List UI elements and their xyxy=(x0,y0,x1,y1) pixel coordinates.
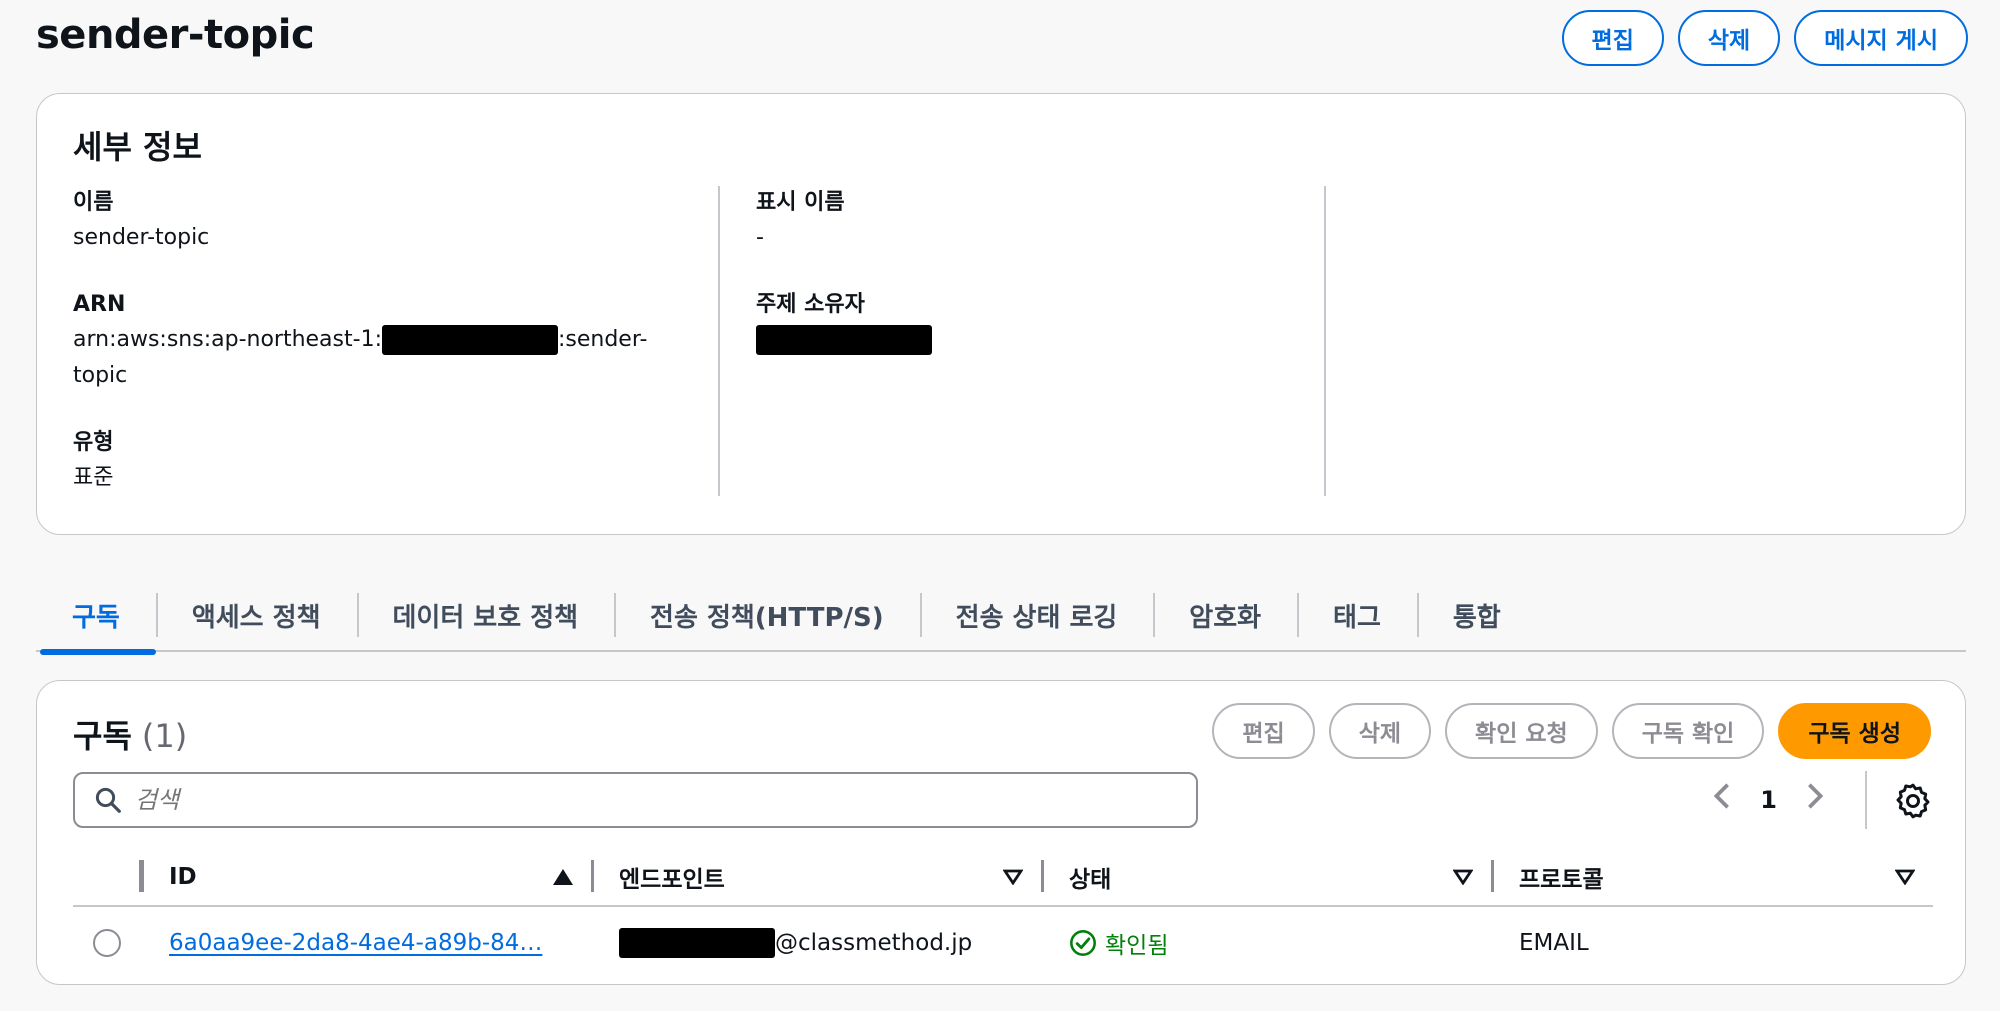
page-title: sender-topic xyxy=(36,12,315,58)
column-status-label: 상태 xyxy=(1069,867,1112,893)
subscriptions-table: ID 엔드포인트 상태 프로토콜 6a0aa9ee-2da8-4ae4-a89b… xyxy=(73,849,1933,979)
status-badge: 확인됨 xyxy=(1069,926,1168,960)
delete-topic-button[interactable]: 삭제 xyxy=(1677,10,1781,66)
subscription-id-link[interactable]: 6a0aa9ee-2da8-4ae4-a89b-84… xyxy=(169,930,542,956)
chevron-left-icon[interactable] xyxy=(1712,781,1732,819)
column-header-protocol[interactable]: 프로토콜 xyxy=(1491,848,1933,906)
publish-message-button[interactable]: 메시지 게시 xyxy=(1794,10,1968,66)
row-select-cell xyxy=(73,929,141,957)
subscriptions-header: 구독 (1) xyxy=(73,711,187,757)
tab-tags[interactable]: 태그 xyxy=(1297,579,1417,651)
select-column-header xyxy=(73,848,141,906)
tab-subscriptions[interactable]: 구독 xyxy=(36,579,156,655)
subscriptions-actions: 편집 삭제 확인 요청 구독 확인 구독 생성 xyxy=(1212,703,1931,759)
protocol-cell: EMAIL xyxy=(1491,930,1933,956)
tab-access-policy[interactable]: 액세스 정책 xyxy=(155,579,357,651)
type-label: 유형 xyxy=(73,430,114,455)
subscriptions-title: 구독 xyxy=(73,717,132,755)
request-confirmation-button[interactable]: 확인 요청 xyxy=(1445,703,1598,759)
chevron-right-icon[interactable] xyxy=(1805,781,1825,819)
tab-data-protection-policy[interactable]: 데이터 보호 정책 xyxy=(356,579,615,651)
current-page[interactable]: 1 xyxy=(1760,786,1777,814)
edit-topic-button[interactable]: 편집 xyxy=(1561,10,1664,66)
check-circle-icon xyxy=(1070,930,1096,956)
search-box[interactable] xyxy=(73,772,1198,828)
details-column-1: 이름 sender-topic ARN arn:aws:sns:ap-north… xyxy=(73,186,653,496)
subscriptions-card: 구독 (1) 편집 삭제 확인 요청 구독 확인 구독 생성 1 xyxy=(36,680,1966,985)
settings-gear-icon[interactable] xyxy=(1893,781,1933,821)
name-label: 이름 xyxy=(73,190,114,215)
status-text: 확인됨 xyxy=(1105,933,1169,959)
create-subscription-button[interactable]: 구독 생성 xyxy=(1778,703,1931,759)
endpoint-cell: @classmethod.jp xyxy=(591,928,1041,958)
search-input[interactable] xyxy=(135,786,1035,814)
sort-icon[interactable] xyxy=(1895,869,1915,885)
endpoint-domain: @classmethod.jp xyxy=(775,930,973,956)
arn-value: arn:aws:sns:ap-northeast-1::sender-topic xyxy=(73,322,653,394)
column-header-endpoint[interactable]: 엔드포인트 xyxy=(591,848,1041,906)
name-value: sender-topic xyxy=(73,225,210,250)
topic-owner-value xyxy=(756,322,1298,358)
topic-owner-label: 주제 소유자 xyxy=(756,292,865,317)
tab-integrations[interactable]: 통합 xyxy=(1416,579,1537,651)
header-actions: 편집 삭제 메시지 게시 xyxy=(1561,10,1968,66)
table-row: 6a0aa9ee-2da8-4ae4-a89b-84… @classmethod… xyxy=(73,907,1933,979)
column-id-label: ID xyxy=(169,864,197,890)
column-endpoint-label: 엔드포인트 xyxy=(619,867,725,893)
sort-icon[interactable] xyxy=(1003,869,1023,885)
sort-icon[interactable] xyxy=(1453,869,1473,885)
column-header-status[interactable]: 상태 xyxy=(1041,848,1491,906)
details-title: 세부 정보 xyxy=(73,128,202,166)
pagination: 1 xyxy=(1712,776,1825,824)
column-protocol-label: 프로토콜 xyxy=(1519,867,1604,893)
pager-divider xyxy=(1865,771,1867,829)
sort-ascending-icon[interactable] xyxy=(553,869,573,885)
search-icon xyxy=(95,787,121,813)
column-header-id[interactable]: ID xyxy=(141,848,591,906)
details-column-2: 표시 이름 - 주제 소유자 xyxy=(718,186,1298,496)
row-select-radio[interactable] xyxy=(93,929,121,957)
confirm-subscription-button[interactable]: 구독 확인 xyxy=(1611,703,1765,759)
tab-bar: 구독 액세스 정책 데이터 보호 정책 전송 정책(HTTP/S) 전송 상태 … xyxy=(36,579,1966,655)
display-name-label: 표시 이름 xyxy=(756,190,845,215)
details-card: 세부 정보 이름 sender-topic ARN arn:aws:sns:ap… xyxy=(36,93,1966,535)
details-column-3 xyxy=(1324,186,1904,496)
tab-delivery-policy[interactable]: 전송 정책(HTTP/S) xyxy=(614,579,920,651)
tab-encryption[interactable]: 암호화 xyxy=(1153,579,1297,651)
type-value: 표준 xyxy=(73,465,114,490)
display-name-value: - xyxy=(756,225,764,250)
tab-delivery-status-logging[interactable]: 전송 상태 로깅 xyxy=(919,579,1154,651)
protocol-value: EMAIL xyxy=(1519,930,1589,956)
delete-subscription-button[interactable]: 삭제 xyxy=(1328,703,1432,759)
redacted-account-id xyxy=(381,325,558,355)
redacted-email-user xyxy=(619,928,775,958)
arn-prefix: arn:aws:sns:ap-northeast-1: xyxy=(73,327,382,352)
table-header: ID 엔드포인트 상태 프로토콜 xyxy=(73,849,1933,907)
edit-subscription-button[interactable]: 편집 xyxy=(1212,703,1315,759)
arn-label: ARN xyxy=(73,292,126,317)
status-cell: 확인됨 xyxy=(1041,926,1491,960)
subscription-id-cell: 6a0aa9ee-2da8-4ae4-a89b-84… xyxy=(141,930,591,956)
subscriptions-count: (1) xyxy=(141,717,188,755)
redacted-owner-id xyxy=(756,325,932,355)
